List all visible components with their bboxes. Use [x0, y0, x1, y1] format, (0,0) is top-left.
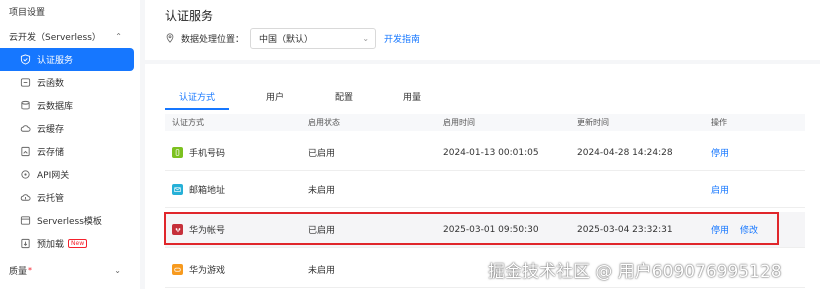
sidebar-group-serverless[interactable]: 云开发（Serverless） ⌃: [0, 26, 140, 46]
tab-active-indicator: [165, 108, 229, 110]
dev-guide-link[interactable]: 开发指南: [384, 32, 420, 45]
sidebar-item-label: 云缓存: [37, 125, 65, 135]
updated-time: 2024-04-28 14:24:28: [577, 147, 673, 158]
page-title: 认证服务: [165, 9, 214, 23]
template-icon: [20, 215, 31, 226]
tab-usage[interactable]: 用量: [403, 90, 421, 103]
disable-link[interactable]: 停用: [711, 135, 729, 170]
sidebar-item-cloud-database[interactable]: 云数据库: [0, 94, 134, 117]
cloud-database-icon: [20, 100, 31, 111]
tab-auth-methods[interactable]: 认证方式: [179, 90, 215, 103]
auth-method-name: 邮箱地址: [189, 186, 226, 196]
enable-link[interactable]: 启用: [711, 172, 729, 207]
sidebar-item-label: 认证服务: [37, 56, 74, 66]
sidebar-item-label: 云数据库: [37, 102, 74, 112]
sidebar: 项目设置 云开发（Serverless） ⌃ 认证服务 云函数 云数据库 云缓存…: [0, 0, 140, 289]
sidebar-item-cloud-function[interactable]: 云函数: [0, 71, 134, 94]
chevron-down-icon: ⌄: [362, 33, 370, 43]
data-location-label: 数据处理位置：: [181, 34, 245, 45]
sidebar-group-label: 质量: [9, 267, 28, 277]
api-gateway-icon: [20, 169, 31, 180]
column-header: 操作: [711, 118, 727, 127]
enabled-time: 2025-03-01 09:50:30: [443, 224, 539, 235]
column-header: 更新时间: [577, 118, 609, 127]
game-icon: [172, 264, 183, 275]
sidebar-item-label: API网关: [37, 171, 70, 181]
tab-users[interactable]: 用户: [266, 90, 284, 103]
sidebar-item-cloud-storage[interactable]: 云存储: [0, 140, 134, 163]
cloud-cache-icon: [20, 123, 31, 134]
data-location-row: 数据处理位置： 中国（默认） ⌄ 开发指南: [165, 27, 420, 49]
sidebar-item-label: 云函数: [37, 79, 65, 89]
status-text: 未启用: [308, 266, 336, 276]
table-row: 邮箱地址 未启用 启用: [165, 172, 805, 208]
column-header: 启用状态: [308, 118, 340, 127]
column-header: 启用时间: [443, 118, 475, 127]
disable-link[interactable]: 停用: [711, 212, 729, 247]
sidebar-item-cloud-cache[interactable]: 云缓存: [0, 117, 134, 140]
sidebar-group-label: 云开发（Serverless）: [9, 32, 101, 43]
watermark-text: 掘金技术社区 @ 用户6090769951​28: [488, 262, 782, 282]
auth-method-name: 手机号码: [189, 149, 226, 159]
edit-link[interactable]: 修改: [740, 212, 758, 247]
sidebar-item-label: 云托管: [37, 194, 65, 204]
sidebar-item-serverless-template[interactable]: Serverless模板: [0, 209, 134, 232]
sidebar-item-label: 云存储: [37, 148, 65, 158]
table-row: 华为帐号 已启用 2025-03-01 09:50:30 2025-03-04 …: [165, 212, 805, 248]
phone-icon: [172, 147, 183, 158]
data-location-select[interactable]: 中国（默认） ⌄: [250, 27, 377, 49]
sidebar-item-auth-service[interactable]: 认证服务: [0, 48, 134, 71]
enabled-time: 2024-01-13 00:01:05: [443, 147, 539, 158]
sidebar-group-quality[interactable]: 质量 * ⌄: [9, 264, 134, 277]
sidebar-item-preload[interactable]: 预加载 New: [0, 232, 134, 255]
new-badge: New: [68, 239, 88, 248]
tab-config[interactable]: 配置: [335, 90, 353, 103]
data-location-value: 中国（默认）: [259, 34, 314, 45]
status-text: 已启用: [308, 149, 336, 159]
mail-icon: [172, 184, 183, 195]
required-dot-icon: *: [28, 266, 33, 275]
status-text: 已启用: [308, 226, 336, 236]
chevron-down-icon: ⌄: [114, 266, 121, 275]
cloud-storage-icon: [20, 146, 31, 157]
sidebar-item-label: 预加载: [37, 240, 65, 250]
huawei-icon: [172, 224, 183, 235]
content-panel: 认证方式 用户 配置 用量 认证方式 启用状态 启用时间 更新时间 操作 手机号…: [145, 64, 820, 289]
status-text: 未启用: [308, 186, 336, 196]
auth-method-name: 华为游戏: [189, 266, 226, 276]
table-header: 认证方式 启用状态 启用时间 更新时间 操作: [165, 114, 805, 131]
preload-icon: [20, 238, 31, 249]
sidebar-item-cloud-hosting[interactable]: 云托管: [0, 186, 134, 209]
location-pin-icon: [166, 33, 174, 43]
sidebar-item-label: Serverless模板: [37, 217, 102, 227]
shield-check-icon: [20, 54, 31, 65]
column-header: 认证方式: [172, 118, 204, 127]
auth-method-name: 华为帐号: [189, 226, 226, 236]
tab-bar: 认证方式 用户 配置 用量: [165, 90, 805, 112]
cloud-function-icon: [20, 77, 31, 88]
chevron-up-icon: ⌃: [115, 31, 122, 41]
cloud-hosting-icon: [20, 192, 31, 203]
table-row: 手机号码 已启用 2024-01-13 00:01:05 2024-04-28 …: [165, 135, 805, 171]
sidebar-section-title: 项目设置: [9, 8, 46, 18]
sidebar-item-api-gateway[interactable]: API网关: [0, 163, 134, 186]
page-header: 认证服务 数据处理位置： 中国（默认） ⌄ 开发指南: [145, 0, 820, 60]
updated-time: 2025-03-04 23:32:31: [577, 224, 673, 235]
